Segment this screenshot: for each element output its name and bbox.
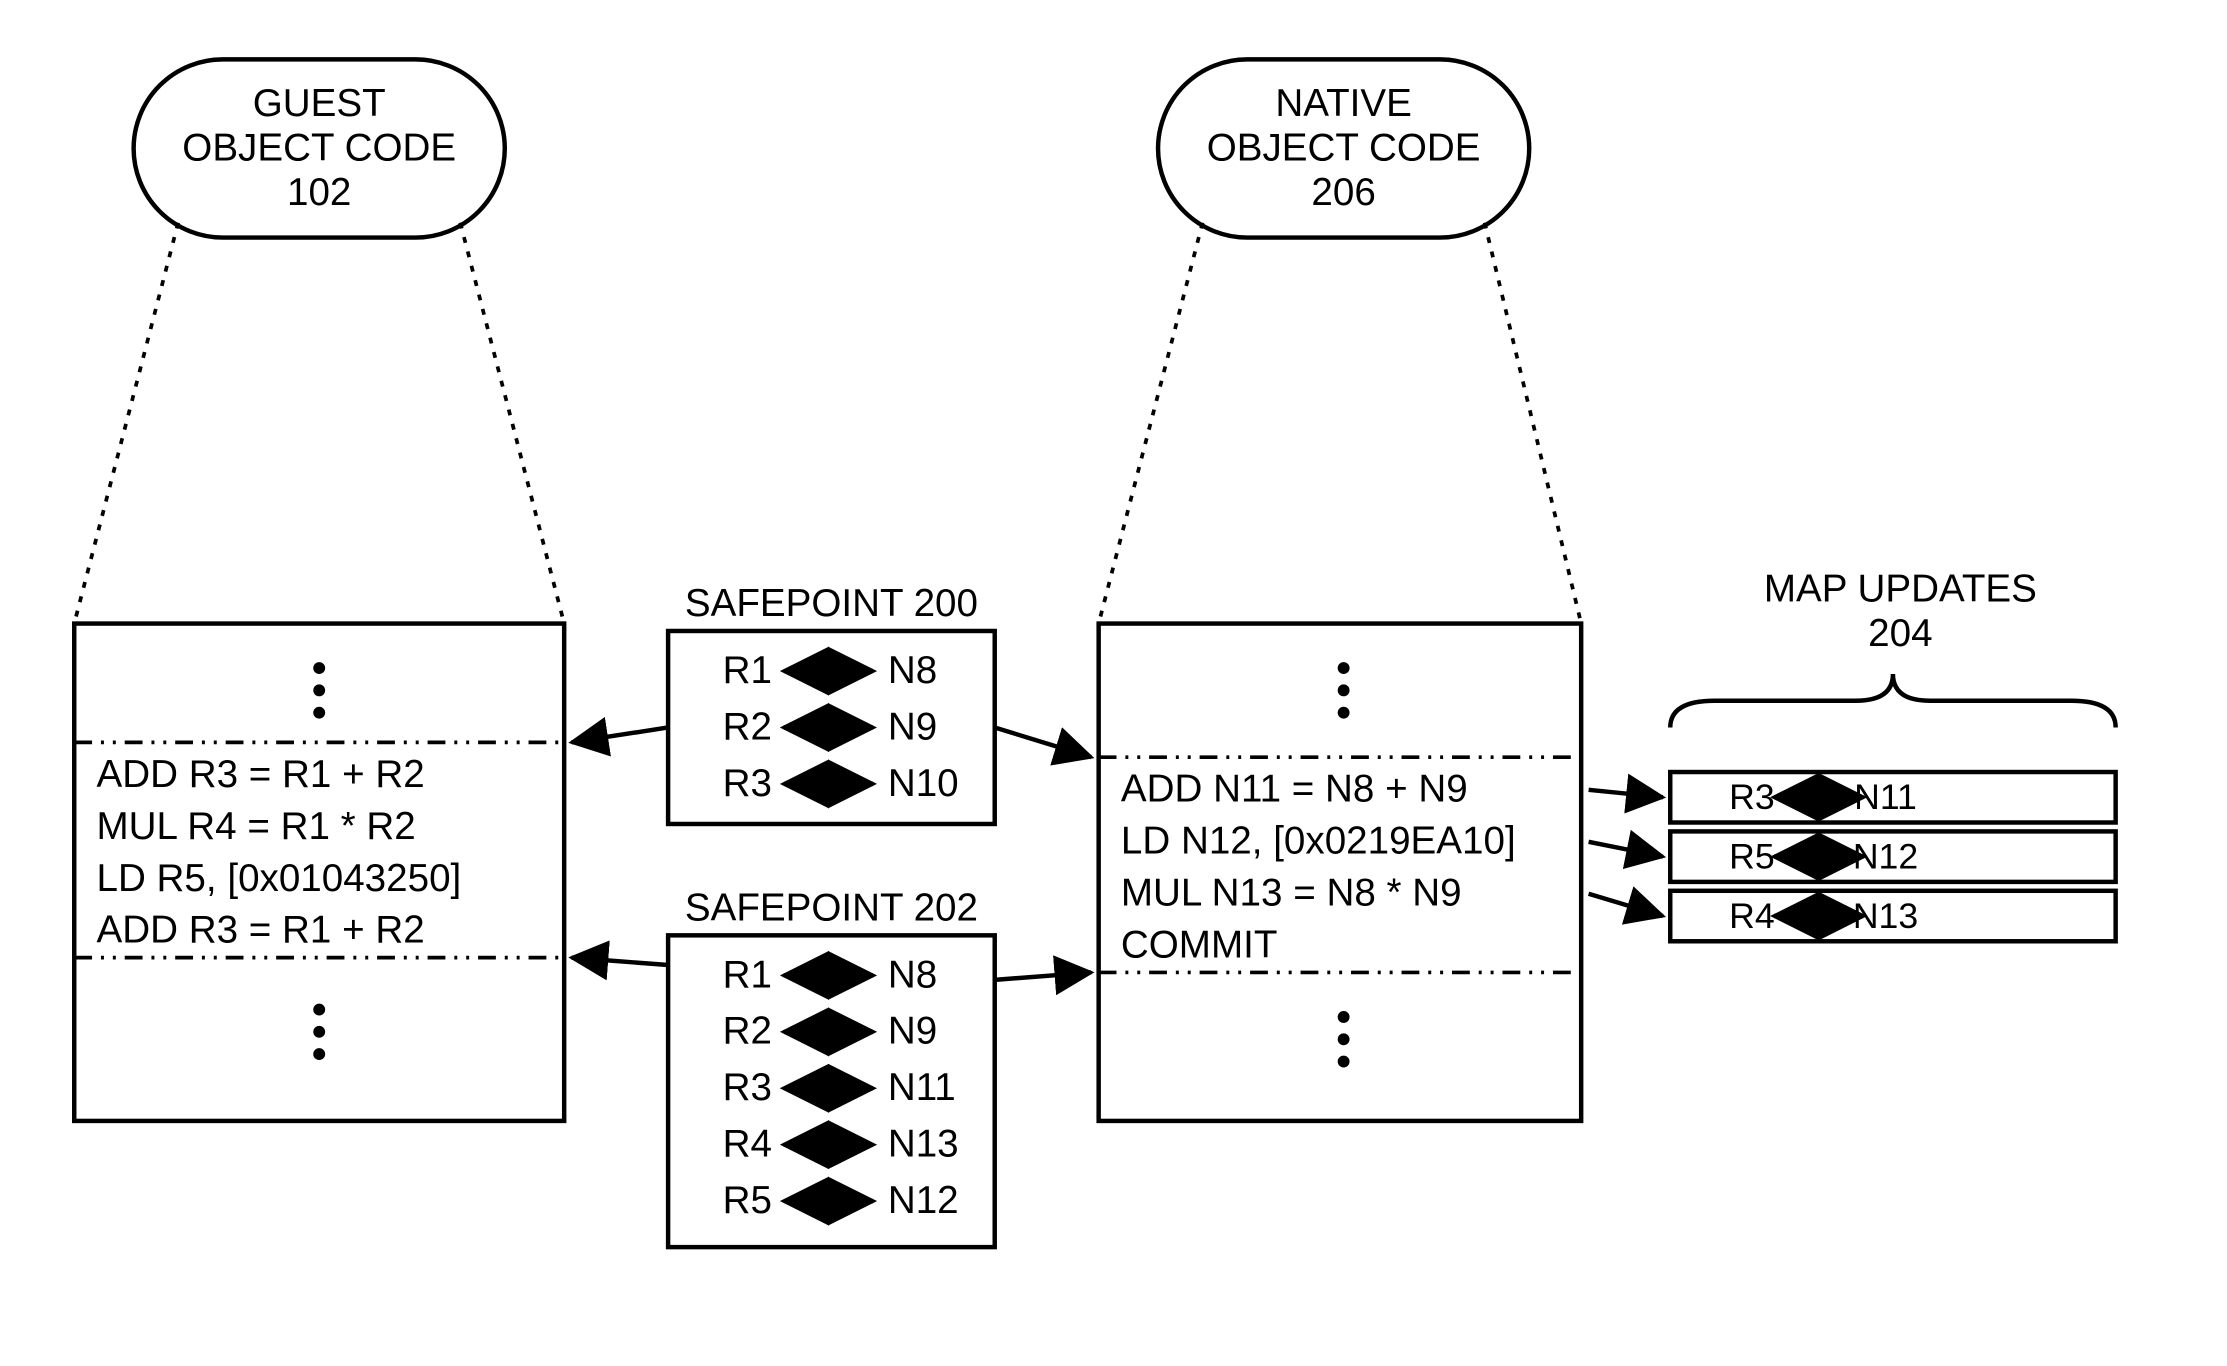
svg-text:N8: N8: [888, 649, 937, 692]
svg-text:N13: N13: [888, 1123, 959, 1166]
native-title-l1: NATIVE: [1275, 82, 1412, 125]
sp200-to-native-arrow: [995, 727, 1092, 757]
native-title-l2: OBJECT CODE: [1207, 126, 1481, 169]
svg-text:N8: N8: [888, 953, 937, 996]
map-updates-title-l2: 204: [1868, 612, 1932, 655]
map-update-row-0: R3 N11: [1670, 772, 2115, 822]
guest-code-1: MUL R4 = R1 * R2: [97, 805, 416, 848]
safepoint-200-title: SAFEPOINT 200: [685, 582, 978, 625]
svg-text:N11: N11: [888, 1066, 956, 1109]
native-leader-right: [1485, 223, 1582, 624]
safepoint-200-block: SAFEPOINT 200 R1 N8 R2 N9 R3 N10: [572, 582, 1092, 824]
svg-text:R3: R3: [723, 1066, 772, 1109]
map-updates-brace: [1670, 674, 2115, 727]
svg-text:R5: R5: [723, 1179, 772, 1222]
sp202-to-guest-arrow: [572, 958, 669, 965]
native-code-3: COMMIT: [1121, 924, 1278, 967]
svg-text:R1: R1: [723, 649, 772, 692]
svg-text:R2: R2: [723, 1010, 772, 1053]
safepoint-202-block: SAFEPOINT 202 R1 N8 R2 N9 R3 N11 R4 N13 …: [572, 886, 1092, 1247]
native-to-map-0-arrow: [1589, 790, 1663, 797]
native-block: NATIVE OBJECT CODE 206 ADD N11 = N8 + N9…: [1099, 59, 1582, 1121]
svg-text:R5: R5: [1729, 837, 1775, 877]
native-code-0: ADD N11 = N8 + N9: [1121, 768, 1468, 811]
svg-text:N13: N13: [1853, 896, 1918, 936]
svg-text:N9: N9: [888, 1010, 937, 1053]
svg-text:R4: R4: [1729, 896, 1775, 936]
guest-leader-right: [460, 223, 564, 624]
guest-title-l2: OBJECT CODE: [182, 126, 456, 169]
guest-code-3: ADD R3 = R1 + R2: [97, 909, 425, 952]
sp200-to-guest-arrow: [572, 727, 669, 742]
svg-text:R4: R4: [723, 1123, 772, 1166]
svg-text:N10: N10: [888, 762, 959, 805]
guest-block: GUEST OBJECT CODE 102 ADD R3 = R1 + R2 M…: [74, 59, 564, 1121]
svg-text:N12: N12: [888, 1179, 959, 1222]
guest-code-0: ADD R3 = R1 + R2: [97, 753, 425, 796]
diagram-root: GUEST OBJECT CODE 102 ADD R3 = R1 + R2 M…: [0, 0, 2227, 1366]
native-code-1: LD N12, [0x0219EA10]: [1121, 820, 1516, 863]
svg-text:R3: R3: [723, 762, 772, 805]
native-title-l3: 206: [1311, 171, 1375, 214]
svg-text:N9: N9: [888, 705, 937, 748]
native-to-map-1-arrow: [1589, 842, 1663, 857]
safepoint-202-title: SAFEPOINT 202: [685, 886, 978, 929]
map-updates-block: MAP UPDATES 204 R3 N11 R5 N12 R4 N13: [1589, 567, 2116, 941]
native-leader-left: [1099, 223, 1203, 624]
svg-text:R1: R1: [723, 953, 772, 996]
guest-leader-left: [74, 223, 178, 624]
svg-text:R3: R3: [1729, 777, 1775, 817]
map-updates-title-l1: MAP UPDATES: [1764, 567, 2037, 610]
svg-text:N11: N11: [1854, 777, 1917, 817]
sp202-to-native-arrow: [995, 972, 1092, 979]
guest-title-l1: GUEST: [253, 82, 386, 125]
svg-text:N12: N12: [1853, 837, 1918, 877]
native-to-map-2-arrow: [1589, 894, 1663, 916]
guest-code-2: LD R5, [0x01043250]: [97, 857, 462, 900]
native-code-2: MUL N13 = N8 * N9: [1121, 872, 1462, 915]
map-update-row-1: R5 N12: [1670, 831, 2115, 881]
map-update-row-2: R4 N13: [1670, 891, 2115, 941]
svg-text:R2: R2: [723, 705, 772, 748]
guest-title-l3: 102: [287, 171, 351, 214]
